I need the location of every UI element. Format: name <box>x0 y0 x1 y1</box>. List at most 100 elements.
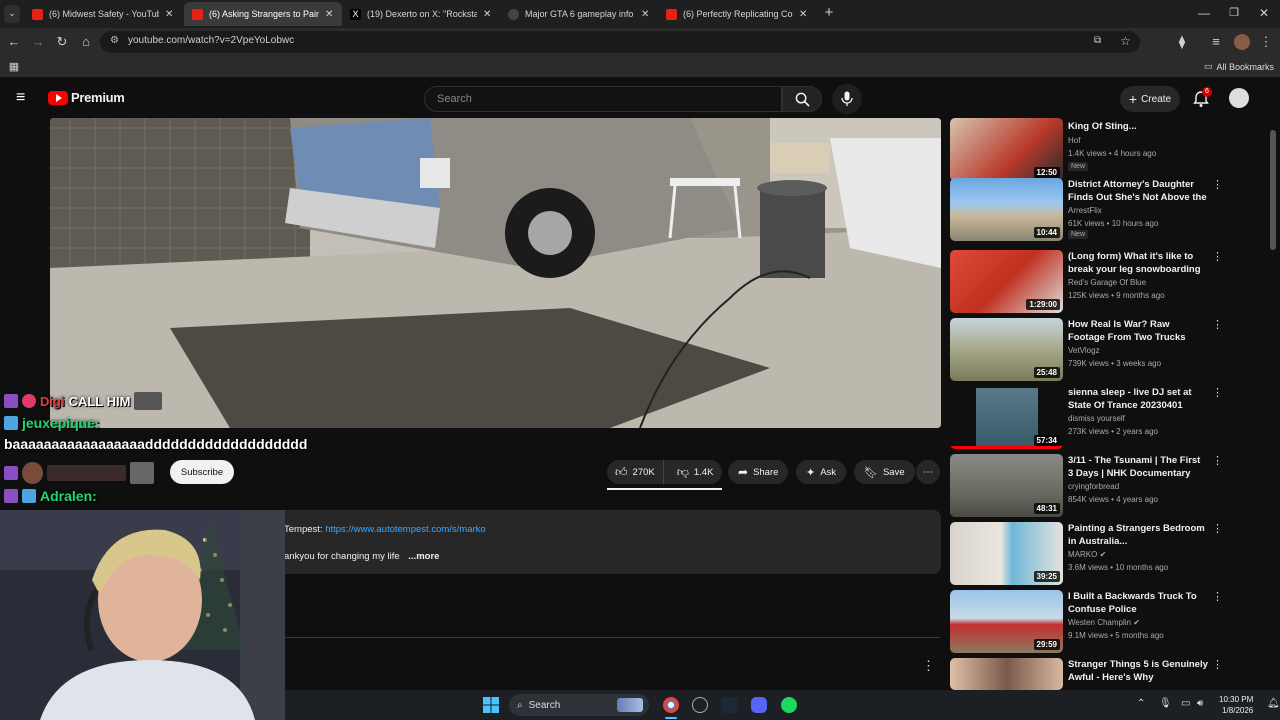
microphone-tray-icon[interactable]: 🎙︎ <box>1159 698 1172 709</box>
volume-icon[interactable]: 🔊︎ <box>1197 698 1203 709</box>
voice-search-button[interactable] <box>832 84 862 114</box>
search-highlight-icon <box>617 698 643 712</box>
tab-asking-strangers[interactable]: (6) Asking Strangers to Paint Th ✕ <box>184 2 342 26</box>
minimize-icon[interactable]: — <box>1196 5 1212 21</box>
chat-line-2-message: baaaaaaaaaaaaaaaaaddddddddddddddddddd <box>4 436 308 452</box>
save-button[interactable]: 🔖︎ Save <box>854 460 915 484</box>
video-menu-icon[interactable]: ⋮ <box>1212 180 1223 191</box>
recommendation-item[interactable]: 48:31 3/11 - The Tsunami | The First 3 D… <box>950 454 1270 520</box>
video-thumbnail[interactable]: 48:31 <box>950 454 1063 517</box>
close-tab-icon[interactable]: ✕ <box>641 9 649 20</box>
app-icon[interactable] <box>692 697 708 713</box>
recommendation-item[interactable]: 10:44 District Attorney's Daughter Finds… <box>950 178 1270 244</box>
close-tab-icon[interactable]: ✕ <box>165 9 173 20</box>
steam-icon[interactable] <box>721 697 737 713</box>
back-icon[interactable]: ← <box>6 34 22 50</box>
reload-icon[interactable]: ↻ <box>54 34 70 50</box>
close-tab-icon[interactable]: ✕ <box>325 9 333 20</box>
recommendation-item[interactable]: 25:48 How Real Is War? Raw Footage From … <box>950 318 1270 384</box>
tab-midwest-safety[interactable]: (6) Midwest Safety - YouTube ✕ <box>24 2 184 26</box>
youtube-favicon-icon <box>32 8 43 20</box>
tab-gta6[interactable]: Major GTA 6 gameplay info and ✕ <box>500 2 658 26</box>
bookmark-icon: 🔖︎ <box>864 466 878 479</box>
network-icon[interactable]: ▭ <box>1181 698 1190 709</box>
tab-search-icon[interactable]: ⌄ <box>4 5 20 23</box>
spotify-icon[interactable] <box>781 697 797 713</box>
site-info-icon[interactable]: ⚙ <box>110 35 119 46</box>
close-tab-icon[interactable]: ✕ <box>483 9 491 20</box>
recommendation-item[interactable]: Stranger Things 5 is Genuinely Awful - H… <box>950 658 1270 690</box>
channel-avatar[interactable] <box>21 462 44 484</box>
notifications-tray-icon[interactable]: 🔔︎ <box>1267 698 1280 709</box>
video-menu-icon[interactable]: ⋮ <box>1212 388 1223 399</box>
close-tab-icon[interactable]: ✕ <box>799 9 807 20</box>
video-thumbnail[interactable] <box>950 658 1063 690</box>
taskbar-search[interactable]: ⌕ Search <box>509 694 649 716</box>
home-icon[interactable]: ⌂ <box>78 34 94 50</box>
dislike-button[interactable]: 👎︎ 1.4K <box>669 460 722 484</box>
show-more-button[interactable]: ...more <box>408 551 439 562</box>
restore-icon[interactable]: ❐ <box>1226 5 1242 21</box>
clock[interactable]: 10:30 PM 1/8/2026 <box>1219 694 1253 716</box>
forward-icon[interactable]: → <box>30 34 46 50</box>
install-app-icon[interactable]: ⧉ <box>1094 35 1101 46</box>
active-app-indicator <box>665 717 677 719</box>
tray-overflow-icon[interactable]: ⌃ <box>1137 698 1145 709</box>
recommendation-item[interactable]: 39:25 Painting a Strangers Bedroom in Au… <box>950 522 1270 588</box>
video-thumbnail[interactable]: 57:34 <box>950 386 1063 449</box>
notifications-button[interactable]: 6 <box>1192 87 1212 108</box>
chrome-icon[interactable] <box>663 697 679 713</box>
video-menu-icon[interactable]: ⋮ <box>1212 592 1223 603</box>
recommendation-item[interactable]: 12:50 King Of Sting... Hof 1.4K views • … <box>950 118 1270 184</box>
video-menu-icon[interactable]: ⋮ <box>1212 320 1223 331</box>
more-horizontal-icon: ⋯ <box>923 466 933 478</box>
youtube-logo[interactable]: Premium <box>48 90 125 105</box>
subscribe-button[interactable]: Subscribe <box>170 460 234 484</box>
close-window-icon[interactable]: ✕ <box>1256 5 1272 21</box>
description-link[interactable]: https://www.autotempest.com/s/marko <box>325 524 486 535</box>
video-thumbnail[interactable]: 39:25 <box>950 522 1063 585</box>
video-menu-icon[interactable]: ⋮ <box>1212 252 1223 263</box>
bookmark-star-icon[interactable]: ☆ <box>1120 34 1131 48</box>
share-button[interactable]: ➦ Share <box>728 460 789 484</box>
create-button[interactable]: + Create <box>1120 86 1180 112</box>
chat-line-2-user: jeuxepique: <box>4 415 100 431</box>
search-icon <box>795 92 810 107</box>
all-bookmarks-button[interactable]: ▭ All Bookmarks <box>1204 61 1274 72</box>
ask-button[interactable]: ✦ Ask <box>796 460 847 484</box>
search-button[interactable] <box>782 86 822 112</box>
video-menu-icon[interactable]: ⋮ <box>1212 660 1223 671</box>
video-player[interactable] <box>50 118 941 428</box>
tab-coca-cola[interactable]: (6) Perfectly Replicating Coca C ✕ <box>658 2 818 26</box>
recommendation-item[interactable]: 29:59 I Built a Backwards Truck To Confu… <box>950 590 1270 656</box>
start-button[interactable] <box>483 697 499 713</box>
new-tab-icon[interactable]: + <box>821 5 837 21</box>
more-actions-button[interactable]: ⋯ <box>916 460 940 484</box>
like-button[interactable]: 👍︎ 270K <box>607 460 664 484</box>
recommendation-item[interactable]: 1:29:00 (Long form) What it's like to br… <box>950 250 1270 316</box>
url-field[interactable]: ⚙ youtube.com/watch?v=2VpeYoLobwc ☆ ⧉ <box>100 31 1140 53</box>
account-avatar[interactable] <box>1229 88 1249 108</box>
extensions-icon[interactable]: ⧫ <box>1174 34 1190 50</box>
chat-line-3: Adralen: <box>4 488 97 504</box>
video-thumbnail[interactable]: 29:59 <box>950 590 1063 653</box>
search-input[interactable]: Search <box>424 86 782 112</box>
comments-menu-icon[interactable]: ⋮ <box>922 658 935 674</box>
heart-badge-icon <box>22 394 36 408</box>
media-controls-icon[interactable]: ≡ <box>1208 34 1224 50</box>
video-menu-icon[interactable]: ⋮ <box>1212 456 1223 467</box>
video-thumbnail[interactable]: 10:44 <box>950 178 1063 241</box>
video-thumbnail[interactable]: 25:48 <box>950 318 1063 381</box>
sidebar-scrollbar[interactable] <box>1270 130 1276 250</box>
browser-menu-icon[interactable]: ⋮ <box>1258 34 1274 50</box>
bookmarks-bar: ▦ ▭ All Bookmarks <box>0 56 1280 78</box>
profile-avatar[interactable] <box>1234 34 1250 50</box>
discord-icon[interactable] <box>751 697 767 713</box>
video-thumbnail[interactable]: 12:50 <box>950 118 1063 181</box>
apps-grid-icon[interactable]: ▦ <box>6 59 22 75</box>
video-menu-icon[interactable]: ⋮ <box>1212 524 1223 535</box>
hamburger-menu-icon[interactable]: ≡ <box>16 90 25 106</box>
video-thumbnail[interactable]: 1:29:00 <box>950 250 1063 313</box>
recommendation-item[interactable]: 57:34 sienna sleep - live DJ set at Stat… <box>950 386 1270 452</box>
tab-dexerto[interactable]: X (19) Dexerto on X: "Rockstar ha ✕ <box>342 2 500 26</box>
